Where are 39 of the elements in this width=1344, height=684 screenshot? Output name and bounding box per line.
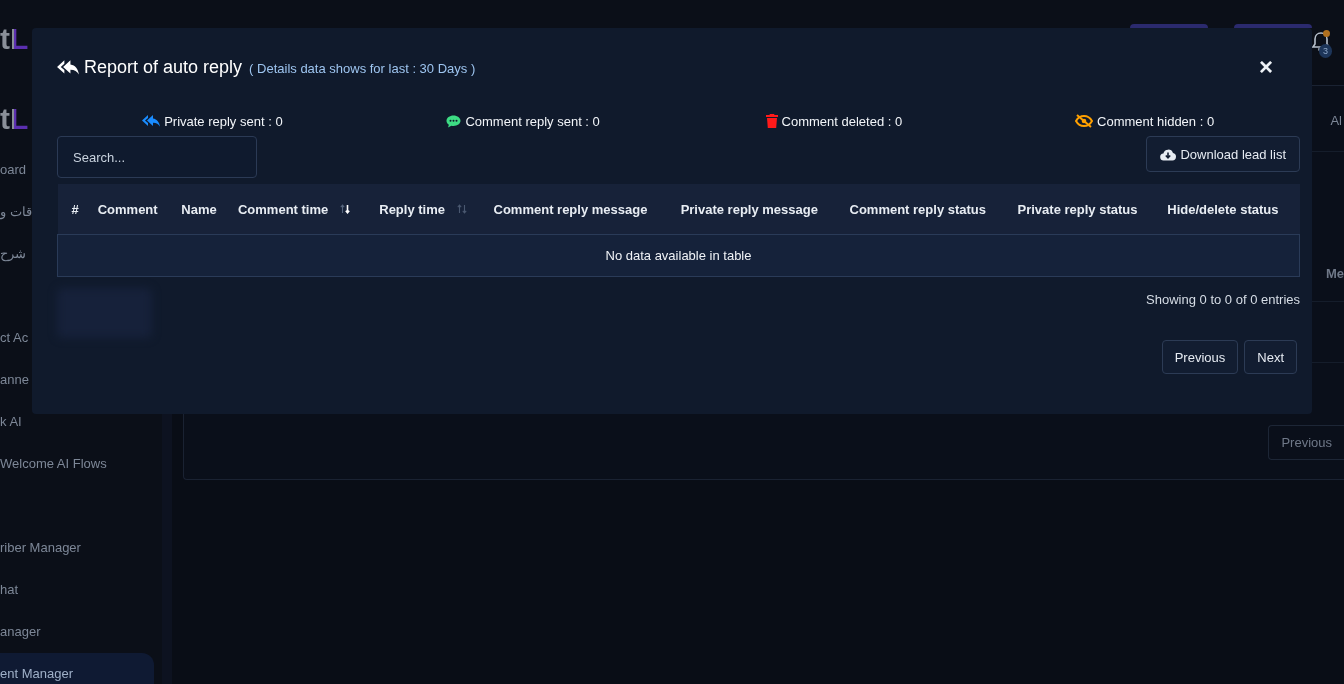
modal-title: Report of auto reply — [84, 56, 243, 78]
reply-all-icon — [57, 58, 79, 76]
sidebar-item[interactable]: k AI — [0, 401, 30, 443]
column-header: Comment reply status — [849, 201, 987, 217]
sidebar-item[interactable]: ent Manager — [0, 653, 154, 684]
sidebar-item[interactable]: ct Ac — [0, 317, 37, 359]
sidebar-item[interactable]: anager — [0, 611, 49, 653]
column-header: Private reply status — [1017, 201, 1138, 217]
sidebar-item[interactable]: hat — [0, 569, 27, 611]
modal-subtitle: ( Details data shows for last : 30 Days ) — [249, 60, 476, 76]
column-header: Me — [1325, 266, 1344, 281]
table-info: Showing 0 to 0 of 0 entries — [1146, 292, 1300, 307]
previous-button[interactable]: Previous — [1161, 340, 1239, 374]
column-header: Private reply message — [680, 201, 818, 217]
cloud-download-icon — [1160, 147, 1177, 161]
next-button[interactable]: Next — [1244, 340, 1297, 374]
column-header: # — [71, 201, 79, 217]
column-header: Name — [181, 201, 217, 217]
column-header: Comment — [97, 201, 158, 217]
stat-label: Comment reply sent : 0 — [465, 113, 600, 129]
sidebar-item[interactable]: Welcome AI Flows — [0, 443, 115, 485]
stat-label: Comment deleted : 0 — [781, 113, 903, 129]
stat-label: Comment hidden : 0 — [1097, 113, 1215, 129]
empty-table-message: No data available in table — [605, 248, 752, 263]
sidebar-item[interactable]: شرح — [0, 233, 34, 275]
previous-button[interactable]: Previous — [1268, 425, 1344, 460]
sort-icon[interactable] — [340, 204, 351, 214]
close-button[interactable]: × — [1259, 55, 1273, 79]
column-header[interactable]: Reply time — [379, 201, 445, 217]
sidebar-item[interactable]: oard — [0, 149, 35, 191]
card-text: Al — [1330, 113, 1342, 128]
status-dot — [1323, 30, 1330, 37]
column-header: Hide/delete status — [1167, 201, 1279, 217]
stat-label: Private reply sent : 0 — [164, 113, 283, 129]
sidebar-item[interactable]: riber Manager — [0, 527, 89, 569]
column-header: Comment reply message — [493, 201, 648, 217]
download-button[interactable]: Download lead list — [1146, 136, 1300, 172]
search-field[interactable]: Search... — [57, 136, 257, 178]
notification-badge: 3 — [1319, 44, 1332, 58]
